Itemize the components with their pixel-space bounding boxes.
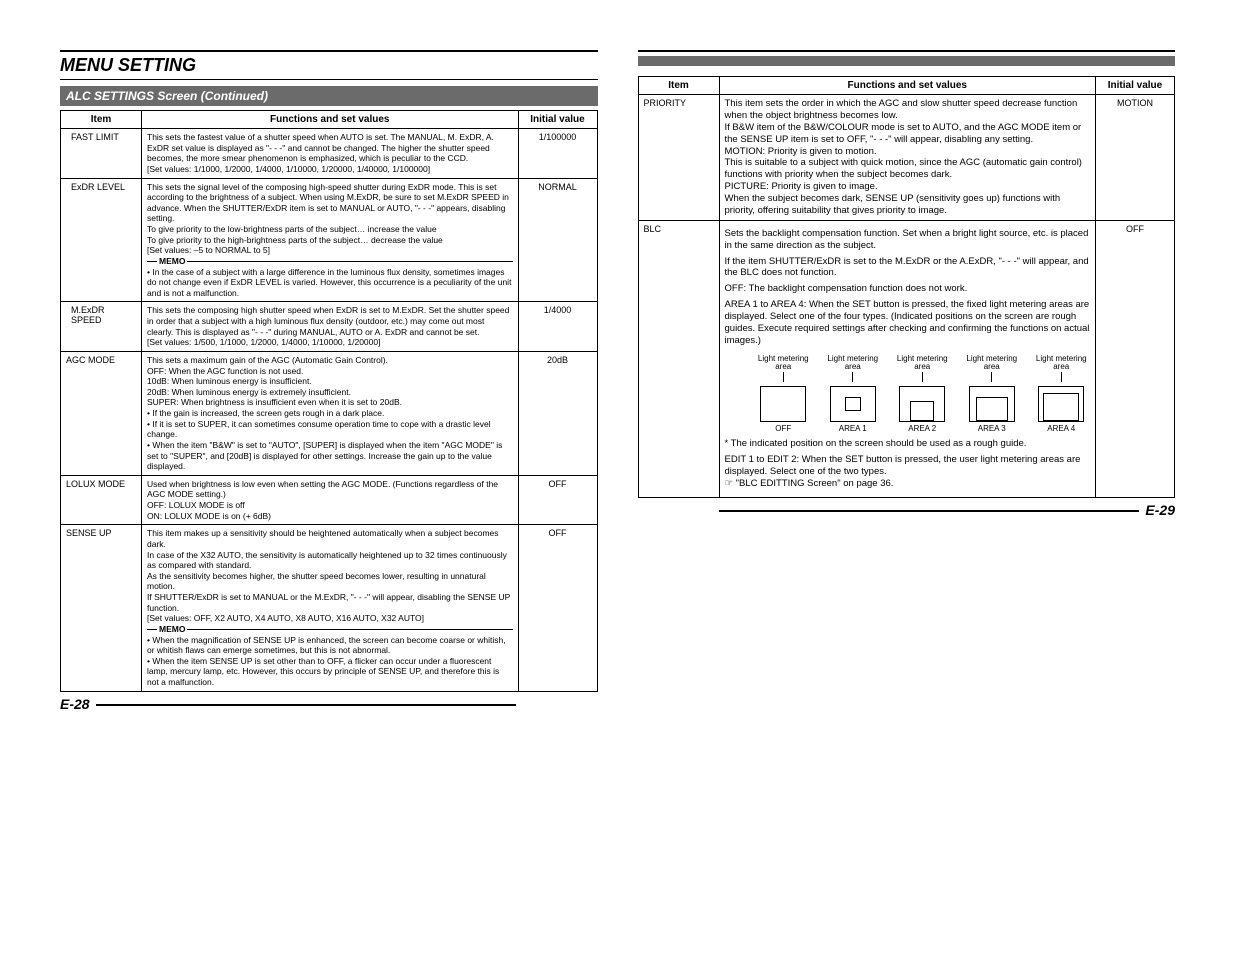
blc-area-diagram: Light metering area OFF Light metering a… bbox=[755, 355, 1091, 435]
init-cell: MOTION bbox=[1096, 95, 1175, 221]
memo-text: • In the case of a subject with a large … bbox=[147, 267, 513, 299]
diag-item: Light metering area AREA 3 bbox=[963, 355, 1021, 435]
page-right: Item Functions and set values Initial va… bbox=[638, 50, 1176, 712]
th-item: Item bbox=[61, 111, 142, 129]
diag-item: Light metering area AREA 4 bbox=[1033, 355, 1091, 435]
text-block: OFF: The backlight compensation function… bbox=[725, 283, 1091, 295]
func-cell: This sets the signal level of the compos… bbox=[142, 178, 519, 302]
item-cell: ExDR LEVEL bbox=[61, 178, 142, 302]
text-block: EDIT 1 to EDIT 2: When the SET button is… bbox=[725, 454, 1091, 490]
item-cell: M.ExDR SPEED bbox=[61, 302, 142, 352]
func-cell: This sets the fastest value of a shutter… bbox=[142, 129, 519, 179]
table-row: M.ExDR SPEED This sets the composing hig… bbox=[61, 302, 598, 352]
settings-table-left: Item Functions and set values Initial va… bbox=[60, 110, 598, 692]
diag-box bbox=[760, 386, 806, 422]
top-bar bbox=[638, 56, 1176, 66]
init-cell: OFF bbox=[1096, 220, 1175, 497]
diag-item: Light metering area AREA 2 bbox=[894, 355, 952, 435]
settings-table-right: Item Functions and set values Initial va… bbox=[638, 76, 1176, 498]
diag-bottom-label: OFF bbox=[755, 424, 813, 434]
memo-rule: MEMO bbox=[147, 256, 513, 267]
arrow-icon bbox=[991, 372, 992, 382]
diag-box bbox=[899, 386, 945, 422]
th-initial: Initial value bbox=[518, 111, 597, 129]
item-cell: PRIORITY bbox=[638, 95, 719, 221]
diag-box bbox=[830, 386, 876, 422]
table-row: ExDR LEVEL This sets the signal level of… bbox=[61, 178, 598, 302]
table-row: PRIORITY This item sets the order in whi… bbox=[638, 95, 1175, 221]
init-cell: 20dB bbox=[518, 351, 597, 475]
init-cell: NORMAL bbox=[518, 178, 597, 302]
diag-bottom-label: AREA 1 bbox=[824, 424, 882, 434]
func-cell: Sets the backlight compensation function… bbox=[719, 220, 1096, 497]
th-functions: Functions and set values bbox=[719, 77, 1096, 95]
arrow-icon bbox=[852, 372, 853, 382]
diag-top-label: Light metering area bbox=[824, 355, 882, 373]
diag-bottom-label: AREA 2 bbox=[894, 424, 952, 434]
subheader: ALC SETTINGS Screen (Continued) bbox=[60, 86, 598, 106]
init-cell: OFF bbox=[518, 525, 597, 691]
item-cell: LOLUX MODE bbox=[61, 475, 142, 525]
init-cell: 1/4000 bbox=[518, 302, 597, 352]
text-block: This sets the signal level of the compos… bbox=[147, 182, 513, 256]
func-cell: This item sets the order in which the AG… bbox=[719, 95, 1096, 221]
text-block: Sets the backlight compensation function… bbox=[725, 228, 1091, 252]
table-row: LOLUX MODE Used when brightness is low e… bbox=[61, 475, 598, 525]
diag-top-label: Light metering area bbox=[894, 355, 952, 373]
item-cell: SENSE UP bbox=[61, 525, 142, 691]
table-row: FAST LIMIT This sets the fastest value o… bbox=[61, 129, 598, 179]
item-cell: AGC MODE bbox=[61, 351, 142, 475]
item-cell: FAST LIMIT bbox=[61, 129, 142, 179]
arrow-icon bbox=[1061, 372, 1062, 382]
page-spread: MENU SETTING ALC SETTINGS Screen (Contin… bbox=[0, 0, 1235, 762]
table-row: SENSE UP This item makes up a sensitivit… bbox=[61, 525, 598, 691]
init-cell: OFF bbox=[518, 475, 597, 525]
diag-box bbox=[1038, 386, 1084, 422]
arrow-icon bbox=[783, 372, 784, 382]
table-row: AGC MODE This sets a maximum gain of the… bbox=[61, 351, 598, 475]
func-cell: This sets a maximum gain of the AGC (Aut… bbox=[142, 351, 519, 475]
func-cell: This sets the composing high shutter spe… bbox=[142, 302, 519, 352]
text-block: This item makes up a sensitivity should … bbox=[147, 528, 513, 624]
th-functions: Functions and set values bbox=[142, 111, 519, 129]
func-cell: Used when brightness is low even when se… bbox=[142, 475, 519, 525]
page-left: MENU SETTING ALC SETTINGS Screen (Contin… bbox=[60, 50, 598, 712]
text-block: * The indicated position on the screen s… bbox=[725, 438, 1091, 450]
arrow-icon bbox=[922, 372, 923, 382]
diag-top-label: Light metering area bbox=[1033, 355, 1091, 373]
diag-top-label: Light metering area bbox=[755, 355, 813, 373]
diag-item: Light metering area AREA 1 bbox=[824, 355, 882, 435]
section-title: MENU SETTING bbox=[60, 50, 598, 80]
diag-bottom-label: AREA 4 bbox=[1033, 424, 1091, 434]
text-block: If the item SHUTTER/ExDR is set to the M… bbox=[725, 256, 1091, 280]
init-cell: 1/100000 bbox=[518, 129, 597, 179]
diag-item: Light metering area OFF bbox=[755, 355, 813, 435]
func-cell: This item makes up a sensitivity should … bbox=[142, 525, 519, 691]
th-initial: Initial value bbox=[1096, 77, 1175, 95]
diag-box bbox=[969, 386, 1015, 422]
page-number-right: E-29 bbox=[638, 502, 1176, 518]
page-number-left: E-28 bbox=[60, 696, 598, 712]
text-block: AREA 1 to AREA 4: When the SET button is… bbox=[725, 299, 1091, 347]
memo-rule: MEMO bbox=[147, 624, 513, 635]
th-item: Item bbox=[638, 77, 719, 95]
table-row: BLC Sets the backlight compensation func… bbox=[638, 220, 1175, 497]
diag-bottom-label: AREA 3 bbox=[963, 424, 1021, 434]
memo-text: • When the magnification of SENSE UP is … bbox=[147, 635, 513, 688]
diag-top-label: Light metering area bbox=[963, 355, 1021, 373]
item-cell: BLC bbox=[638, 220, 719, 497]
